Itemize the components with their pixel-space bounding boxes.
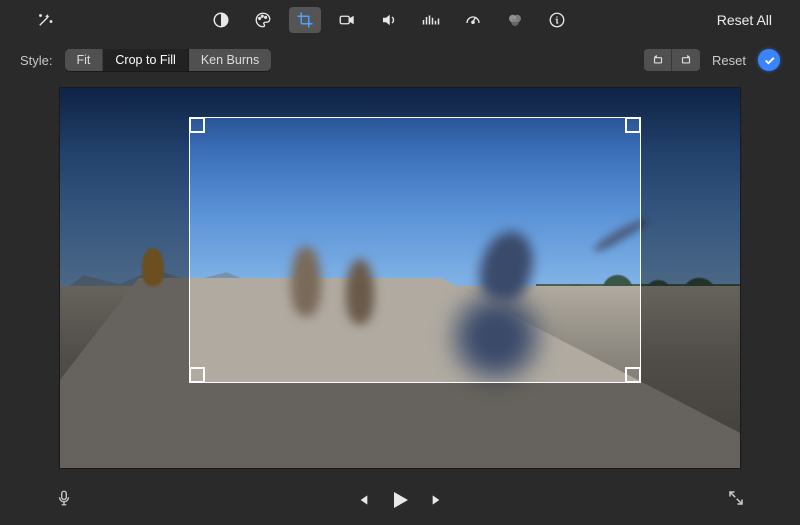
style-option-crop-to-fill[interactable]: Crop to Fill	[103, 49, 188, 71]
style-option-fit[interactable]: Fit	[65, 49, 104, 71]
rotate-group	[644, 49, 700, 71]
reset-button[interactable]: Reset	[712, 53, 746, 68]
crop-style-bar: Style: Fit Crop to Fill Ken Burns Reset	[0, 40, 800, 80]
color-balance-icon[interactable]	[499, 7, 531, 33]
volume-icon[interactable]	[373, 7, 405, 33]
reset-all-button[interactable]: Reset All	[709, 8, 780, 32]
crop-icon[interactable]	[289, 7, 321, 33]
crop-handle-top-right[interactable]	[625, 117, 641, 133]
style-label: Style:	[20, 53, 53, 68]
top-toolbar: Reset All	[0, 0, 800, 40]
crop-handle-bottom-right[interactable]	[625, 367, 641, 383]
skip-forward-button[interactable]	[430, 492, 446, 508]
microphone-icon[interactable]	[55, 487, 73, 514]
crop-handle-bottom-left[interactable]	[189, 367, 205, 383]
speedometer-icon[interactable]	[457, 7, 489, 33]
contrast-icon[interactable]	[205, 7, 237, 33]
magic-wand-icon[interactable]	[29, 7, 61, 33]
play-button[interactable]	[388, 488, 412, 512]
equalizer-icon[interactable]	[415, 7, 447, 33]
rotate-ccw-button[interactable]	[644, 49, 672, 71]
video-preview	[60, 88, 740, 468]
rotate-cw-button[interactable]	[672, 49, 700, 71]
style-option-ken-burns[interactable]: Ken Burns	[189, 49, 271, 71]
video-camera-icon[interactable]	[331, 7, 363, 33]
skip-back-button[interactable]	[354, 492, 370, 508]
apply-checkmark-button[interactable]	[758, 49, 780, 71]
crop-handle-top-left[interactable]	[189, 117, 205, 133]
style-segmented-control: Fit Crop to Fill Ken Burns	[65, 49, 272, 71]
palette-icon[interactable]	[247, 7, 279, 33]
fullscreen-icon[interactable]	[727, 489, 745, 512]
playback-bar	[0, 475, 800, 525]
info-icon[interactable]	[541, 7, 573, 33]
scene-element	[142, 248, 164, 286]
crop-rectangle[interactable]	[190, 118, 640, 382]
